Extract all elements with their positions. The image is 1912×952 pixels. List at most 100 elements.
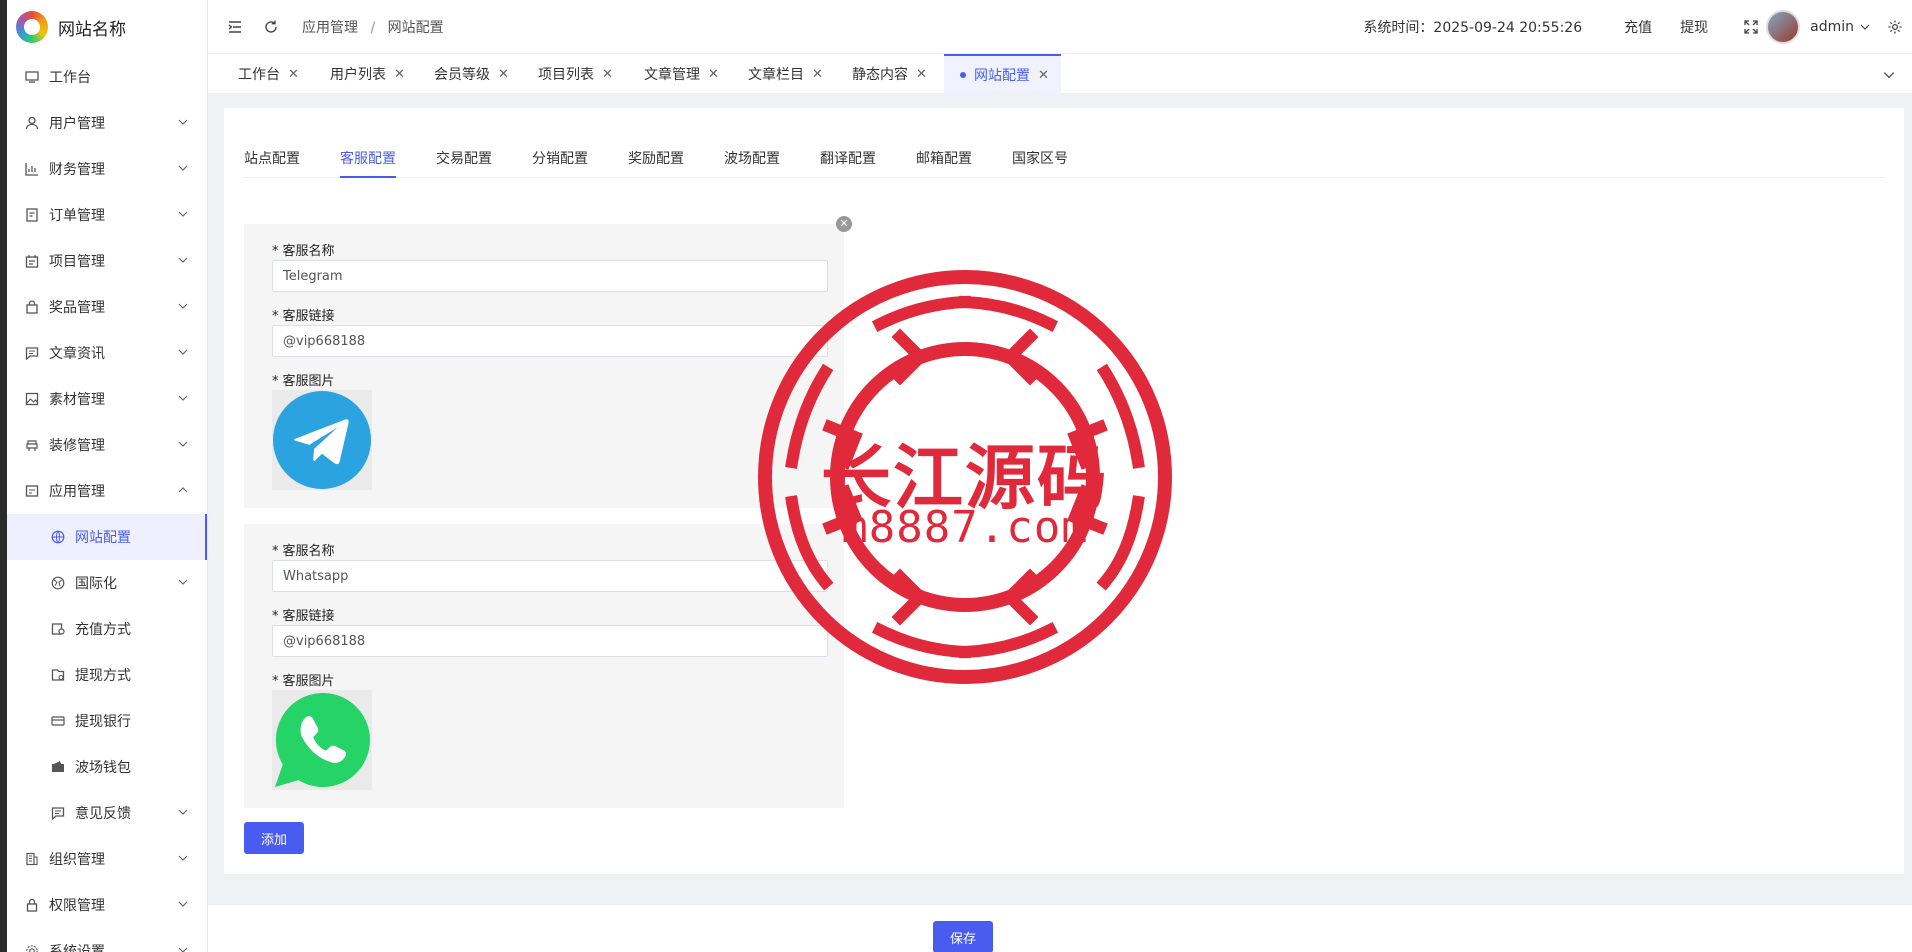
tab-email-settings[interactable]: 邮箱配置 (916, 138, 972, 178)
monitor-icon (24, 69, 40, 85)
sidebar-item-permissions[interactable]: 权限管理 (0, 882, 207, 928)
save-button[interactable]: 保存 (933, 921, 993, 952)
tab-article-columns[interactable]: 文章栏目 ✕ (718, 54, 835, 94)
service-link-input[interactable]: @vip668188 (272, 625, 828, 657)
sidebar-item-label: 订单管理 (49, 208, 105, 224)
label-text: 客服链接 (282, 309, 335, 324)
refresh-icon[interactable] (262, 18, 280, 36)
system-time-value: 2025-09-24 20:55:26 (1433, 20, 1583, 36)
sidebar-item-label: 应用管理 (49, 484, 105, 500)
sidebar-item-finance[interactable]: 财务管理 (0, 146, 207, 192)
tab-label: 网站配置 (974, 68, 1030, 84)
label-text: 客服名称 (282, 544, 335, 559)
tab-label: 文章管理 (644, 67, 700, 83)
header-right: 系统时间：2025-09-24 20:55:26 充值 提现 admin (1363, 0, 1912, 54)
sidebar-item-label: 系统设置 (49, 944, 105, 952)
sidebar-item-tron-wallet[interactable]: 波场钱包 (0, 744, 207, 790)
sidebar-item-label: 装修管理 (49, 438, 105, 454)
service-name-input[interactable]: Whatsapp (272, 560, 828, 592)
sidebar-item-site-config[interactable]: 网站配置 (0, 514, 207, 560)
chevron-down-icon (178, 303, 188, 309)
breadcrumb: 应用管理 / 网站配置 (302, 17, 444, 37)
sidebar-item-organization[interactable]: 组织管理 (0, 836, 207, 882)
sidebar-item-decoration[interactable]: 装修管理 (0, 422, 207, 468)
sidebar-item-label: 提现方式 (75, 668, 131, 684)
chevron-down-icon (178, 349, 188, 355)
label-text: 客服图片 (282, 374, 335, 389)
sidebar-item-i18n[interactable]: 国际化 (0, 560, 207, 606)
system-time: 系统时间：2025-09-24 20:55:26 (1363, 17, 1582, 37)
sidebar-item-label: 国际化 (75, 576, 117, 592)
close-icon[interactable]: ✕ (602, 67, 613, 82)
tab-distribution-settings[interactable]: 分销配置 (532, 138, 588, 178)
sidebar-item-system-settings[interactable]: 系统设置 (0, 928, 207, 952)
service-link-input[interactable]: @vip668188 (272, 325, 828, 357)
close-icon[interactable]: ✕ (288, 67, 299, 82)
sidebar-item-withdraw-methods[interactable]: 提现方式 (0, 652, 207, 698)
sidebar-item-articles[interactable]: 文章资讯 (0, 330, 207, 376)
sidebar-item-prizes[interactable]: 奖品管理 (0, 284, 207, 330)
menu-fold-icon[interactable] (226, 18, 244, 36)
tab-tron-settings[interactable]: 波场配置 (724, 138, 780, 178)
tab-translation-settings[interactable]: 翻译配置 (820, 138, 876, 178)
tab-article-management[interactable]: 文章管理 ✕ (614, 54, 731, 94)
service-image-upload[interactable] (272, 390, 372, 490)
chevron-down-icon[interactable] (1882, 68, 1896, 82)
feedback-icon (50, 805, 66, 821)
sidebar-item-apps[interactable]: 应用管理 (0, 468, 207, 514)
sidebar-item-users[interactable]: 用户管理 (0, 100, 207, 146)
sidebar-item-materials[interactable]: 素材管理 (0, 376, 207, 422)
app-icon (24, 483, 40, 499)
chevron-down-icon (178, 947, 188, 952)
add-button[interactable]: 添加 (244, 822, 304, 854)
chevron-down-icon[interactable] (1858, 18, 1872, 36)
remove-icon[interactable]: ✕ (836, 216, 852, 232)
sidebar-item-workbench[interactable]: 工作台 (0, 54, 207, 100)
chart-icon (24, 161, 40, 177)
tab-project-list[interactable]: 项目列表 ✕ (508, 54, 625, 94)
tab-site-config[interactable]: 网站配置 ✕ (944, 54, 1061, 94)
sidebar-item-withdraw-banks[interactable]: 提现银行 (0, 698, 207, 744)
close-icon[interactable]: ✕ (916, 67, 927, 82)
tab-site-settings[interactable]: 站点配置 (244, 138, 300, 178)
sidebar-item-feedback[interactable]: 意见反馈 (0, 790, 207, 836)
withdraw-link[interactable]: 提现 (1680, 17, 1708, 37)
wallet-icon (50, 759, 66, 775)
sidebar-item-orders[interactable]: 订单管理 (0, 192, 207, 238)
recharge-link[interactable]: 充值 (1624, 17, 1652, 37)
tab-country-codes[interactable]: 国家区号 (1012, 138, 1068, 178)
logo[interactable]: 网站名称 (0, 0, 207, 54)
tab-workbench[interactable]: 工作台 ✕ (208, 54, 311, 94)
chevron-down-icon (178, 441, 188, 447)
tab-trade-settings[interactable]: 交易配置 (436, 138, 492, 178)
gear-icon[interactable] (1886, 18, 1904, 36)
building-icon (24, 851, 40, 867)
tab-member-level[interactable]: 会员等级 ✕ (404, 54, 521, 94)
system-time-label: 系统时间： (1363, 20, 1434, 36)
decorate-icon (24, 437, 40, 453)
breadcrumb-separator: / (370, 19, 376, 36)
service-name-input[interactable]: Telegram (272, 260, 828, 292)
tab-user-list[interactable]: 用户列表 ✕ (300, 54, 417, 94)
sidebar-item-projects[interactable]: 项目管理 (0, 238, 207, 284)
sidebar-item-recharge-methods[interactable]: 充值方式 (0, 606, 207, 652)
window-edge (0, 0, 7, 952)
sidebar: 网站名称 工作台 用户管理 财务管理 订单管理 项目管理 奖品管理 文章资讯 素… (0, 0, 208, 952)
required-mark: * (272, 309, 279, 324)
tab-label: 工作台 (238, 67, 280, 83)
chevron-down-icon (178, 119, 188, 125)
breadcrumb-item[interactable]: 应用管理 (302, 20, 358, 36)
tab-reward-settings[interactable]: 奖励配置 (628, 138, 684, 178)
required-mark: * (272, 244, 279, 259)
required-mark: * (272, 609, 279, 624)
telegram-icon (273, 391, 371, 489)
username[interactable]: admin (1810, 19, 1854, 35)
tab-label: 项目列表 (538, 67, 594, 83)
tab-static-content[interactable]: 静态内容 ✕ (822, 54, 939, 94)
tab-customer-service[interactable]: 客服配置 (340, 138, 396, 178)
close-icon[interactable]: ✕ (1038, 68, 1049, 83)
chevron-up-icon (178, 487, 188, 493)
service-image-upload[interactable] (272, 690, 372, 790)
avatar[interactable] (1766, 10, 1801, 44)
fullscreen-icon[interactable] (1742, 18, 1760, 36)
